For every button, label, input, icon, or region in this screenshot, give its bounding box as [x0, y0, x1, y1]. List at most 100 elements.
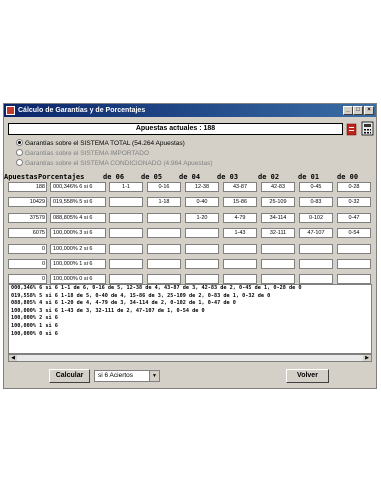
- range-cell[interactable]: [261, 243, 295, 254]
- range-cell[interactable]: 0-47: [337, 212, 371, 223]
- calculator-icon[interactable]: [361, 121, 374, 136]
- result-line: 000,346% 6 si 6 1-1 de 6, 0-16 de 5, 12-…: [11, 285, 302, 291]
- porcentaje-cell[interactable]: 100,000% 1 si 6: [50, 259, 106, 269]
- range-cell[interactable]: 42-83: [261, 182, 295, 192]
- porcentaje-cell[interactable]: 000,346% 6 si 6: [50, 182, 106, 192]
- apuestas-cell[interactable]: 6075: [8, 228, 47, 239]
- range-cell[interactable]: 0-45: [299, 182, 333, 192]
- range-cell[interactable]: 32-111: [261, 228, 295, 239]
- range-cell[interactable]: [109, 228, 143, 239]
- range-cell[interactable]: 1-1: [109, 182, 143, 192]
- range-cell[interactable]: [109, 243, 143, 254]
- porcentaje-cell[interactable]: 100,000% 0 si 6: [50, 274, 106, 285]
- column-header: de 04: [179, 173, 201, 181]
- range-cell[interactable]: [109, 259, 143, 269]
- porcentaje-cell[interactable]: 019,558% 5 si 6: [50, 197, 106, 208]
- red-document-icon[interactable]: [346, 123, 357, 136]
- column-header: de 05: [141, 173, 163, 181]
- range-cell[interactable]: [299, 243, 333, 254]
- range-cell[interactable]: [337, 259, 371, 269]
- apuestas-cell[interactable]: 0: [8, 259, 47, 269]
- apuestas-cell[interactable]: 10429: [8, 197, 47, 208]
- app-icon: [6, 106, 15, 115]
- range-cell[interactable]: [299, 274, 333, 285]
- volver-button[interactable]: Volver: [286, 369, 329, 383]
- range-cell[interactable]: [223, 243, 257, 254]
- radio-dot-icon: [16, 158, 23, 166]
- range-cell[interactable]: [147, 243, 181, 254]
- range-cell[interactable]: [185, 243, 219, 254]
- result-line: 100,000% 1 si 6: [11, 322, 58, 329]
- porcentaje-cell[interactable]: 088,805% 4 si 6: [50, 212, 106, 223]
- result-line: 100,000% 3 si 6 1-43 de 3, 32-111 de 2, …: [11, 307, 205, 314]
- range-cell[interactable]: [337, 274, 371, 285]
- range-cell[interactable]: 4-79: [223, 212, 257, 223]
- range-cell[interactable]: 1-20: [185, 212, 219, 223]
- option-sistema-total[interactable]: Garantías sobre el SISTEMA TOTAL (54.264…: [16, 138, 185, 148]
- range-cell[interactable]: 47-107: [299, 228, 333, 239]
- apuestas-cell[interactable]: 37579: [8, 212, 47, 223]
- results-textarea[interactable]: 000,346% 6 si 6 1-1 de 6, 0-16 de 5, 12-…: [8, 284, 372, 354]
- chevron-down-icon[interactable]: ▼: [149, 371, 159, 381]
- column-header: Porcentajes: [38, 173, 85, 181]
- range-cell[interactable]: [147, 259, 181, 269]
- range-cell[interactable]: [299, 259, 333, 269]
- scroll-right-icon[interactable]: ▶: [363, 355, 371, 361]
- range-cell[interactable]: [147, 212, 181, 223]
- column-header: de 01: [298, 173, 320, 181]
- range-cell[interactable]: [147, 228, 181, 239]
- option-sistema-importado[interactable]: Garantías sobre el SISTEMA IMPORTADO: [16, 148, 149, 158]
- range-cell[interactable]: 0-54: [337, 228, 371, 239]
- range-cell[interactable]: [147, 274, 181, 285]
- column-header: de 03: [217, 173, 239, 181]
- range-cell[interactable]: [185, 228, 219, 239]
- range-cell[interactable]: 0-102: [299, 212, 333, 223]
- scroll-left-icon[interactable]: ◀: [9, 355, 17, 361]
- apuestas-cell[interactable]: 0: [8, 243, 47, 254]
- range-cell[interactable]: [109, 212, 143, 223]
- range-cell[interactable]: 12-38: [185, 182, 219, 192]
- option-sistema-condicionado[interactable]: Garantías sobre el SISTEMA CONDICIONADO …: [16, 158, 213, 168]
- guarantees-window: Cálculo de Garantías y de Porcentajes _ …: [3, 103, 377, 389]
- range-cell[interactable]: [185, 259, 219, 269]
- range-cell[interactable]: 34-114: [261, 212, 295, 223]
- minimize-button[interactable]: _: [343, 106, 353, 115]
- range-cell[interactable]: [109, 197, 143, 208]
- range-cell[interactable]: [223, 274, 257, 285]
- column-header: Apuestas: [4, 173, 38, 181]
- radio-dot-icon: [16, 148, 23, 156]
- title-bar: Cálculo de Garantías y de Porcentajes _ …: [4, 104, 376, 117]
- column-header: de 00: [337, 173, 359, 181]
- range-cell[interactable]: [185, 274, 219, 285]
- range-cell[interactable]: 0-28: [337, 182, 371, 192]
- apuestas-cell[interactable]: 0: [8, 274, 47, 285]
- range-cell[interactable]: 15-86: [223, 197, 257, 208]
- range-cell[interactable]: 0-16: [147, 182, 181, 192]
- window-title: Cálculo de Garantías y de Porcentajes: [18, 107, 146, 114]
- porcentaje-cell[interactable]: 100,000% 2 si 6: [50, 243, 106, 254]
- range-cell[interactable]: [337, 243, 371, 254]
- range-cell[interactable]: 1-43: [223, 228, 257, 239]
- maximize-button[interactable]: □: [353, 106, 363, 115]
- range-cell[interactable]: 1-18: [147, 197, 181, 208]
- apuestas-cell[interactable]: 188: [8, 182, 47, 192]
- range-cell[interactable]: [261, 274, 295, 285]
- radio-dot-icon: [16, 138, 23, 146]
- range-cell[interactable]: 25-109: [261, 197, 295, 208]
- result-line: 088,805% 4 si 6 1-20 de 4, 4-79 de 3, 34…: [11, 300, 236, 307]
- range-cell[interactable]: 0-40: [185, 197, 219, 208]
- aciertos-select[interactable]: si 6 Aciertos ▼: [94, 370, 160, 382]
- porcentaje-cell[interactable]: 100,000% 3 si 6: [50, 228, 106, 239]
- range-cell[interactable]: [223, 259, 257, 269]
- result-line: 019,558% 5 si 6 1-18 de 5, 0-40 de 4, 15…: [11, 292, 271, 299]
- range-cell[interactable]: 0-83: [299, 197, 333, 208]
- horizontal-scrollbar[interactable]: ◀ ▶: [8, 354, 372, 362]
- range-cell[interactable]: 43-87: [223, 182, 257, 192]
- range-cell[interactable]: [261, 259, 295, 269]
- calcular-button[interactable]: Calcular: [49, 369, 90, 383]
- range-cell[interactable]: [109, 274, 143, 285]
- range-cell[interactable]: 0-32: [337, 197, 371, 208]
- close-button[interactable]: ×: [364, 106, 374, 115]
- column-header: de 06: [103, 173, 125, 181]
- apuestas-actuales-display: Apuestas actuales : 188: [8, 123, 343, 135]
